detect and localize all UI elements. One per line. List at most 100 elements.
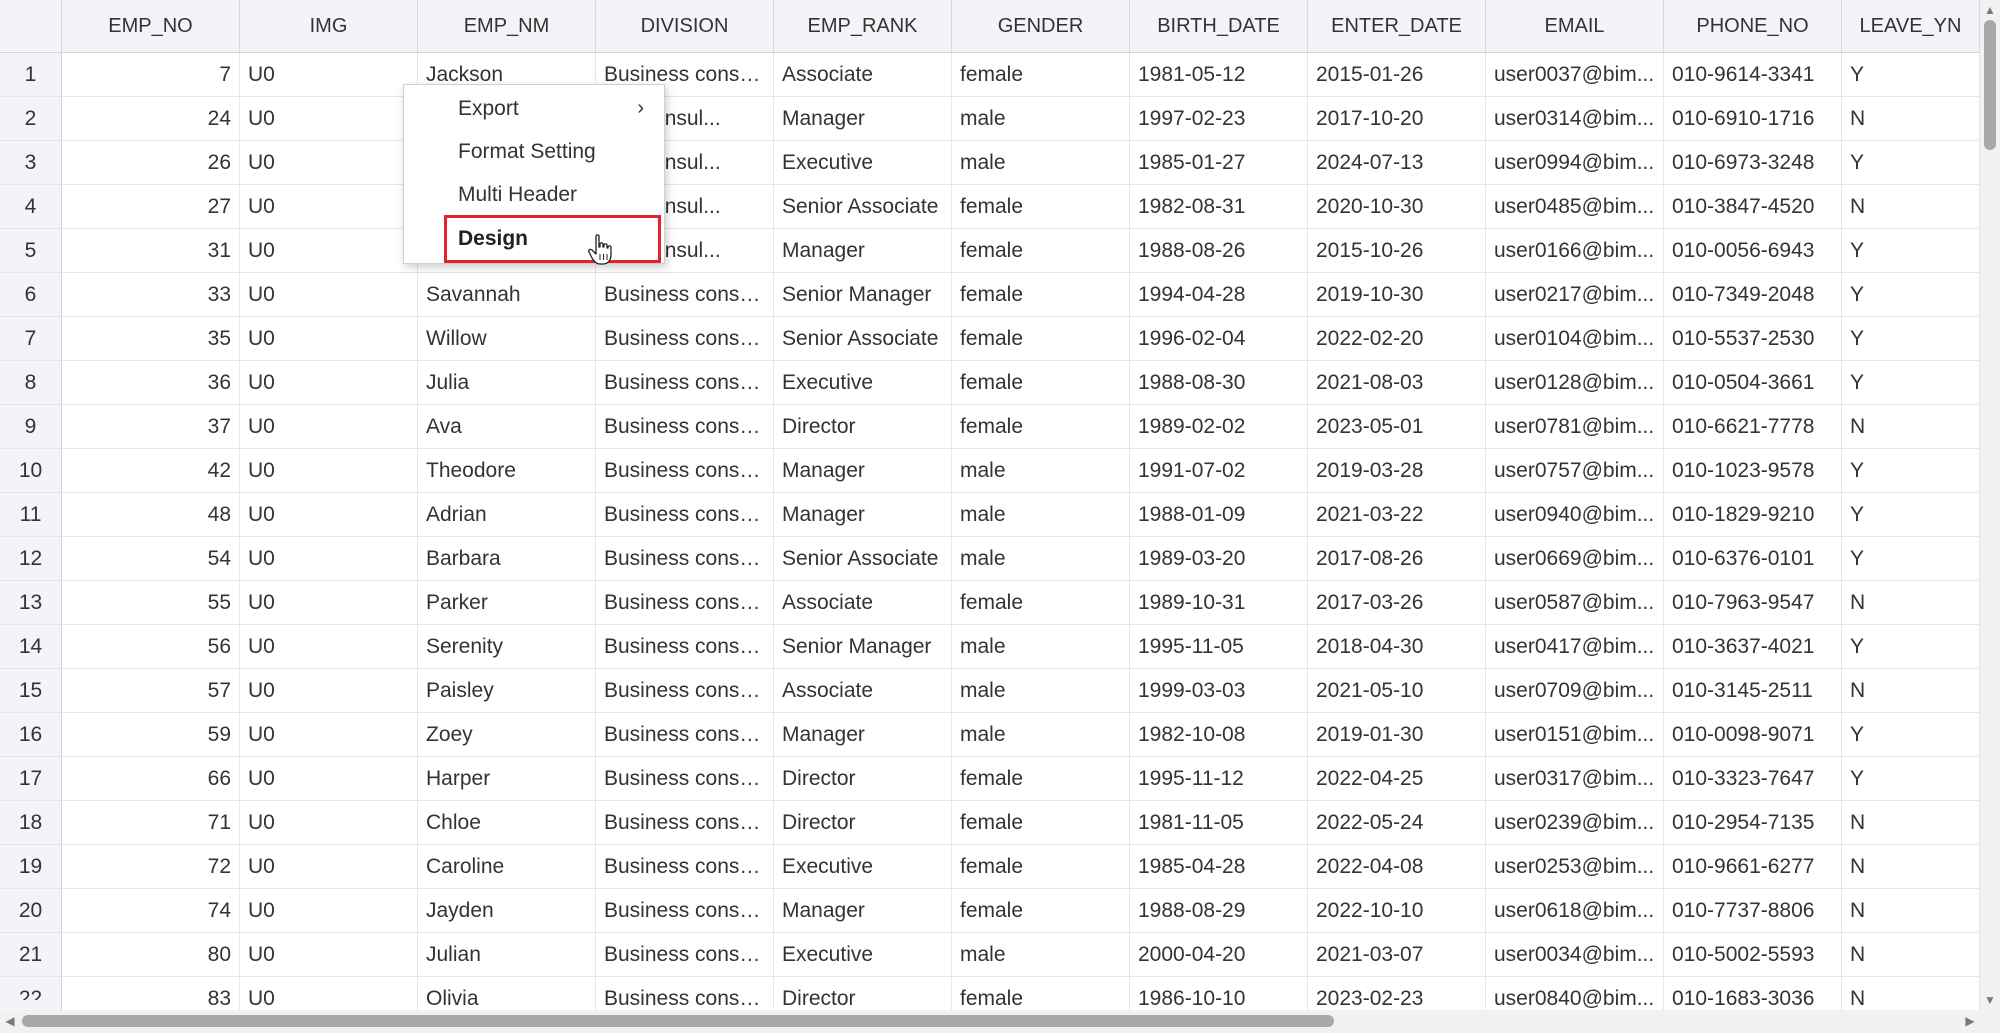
cell-birth-date[interactable]: 1995-11-05	[1130, 625, 1308, 668]
cell-birth-date[interactable]: 1981-11-05	[1130, 801, 1308, 844]
cell-emp-nm[interactable]: Savannah	[418, 273, 596, 316]
cell-birth-date[interactable]: 1989-10-31	[1130, 581, 1308, 624]
cell-phone-no[interactable]: 010-1023-9578	[1664, 449, 1842, 492]
cell-phone-no[interactable]: 010-7349-2048	[1664, 273, 1842, 316]
cell-img[interactable]: U0	[240, 845, 418, 888]
table-row[interactable]: 14 56 U0 Serenity Business consul... Senior M…	[0, 625, 1980, 669]
cell-division[interactable]: Business consul...	[596, 581, 774, 624]
cell-birth-date[interactable]: 1988-08-30	[1130, 361, 1308, 404]
cell-birth-date[interactable]: 2000-04-20	[1130, 933, 1308, 976]
table-row[interactable]: 16 59 U0 Zoey Business consul... Manager male 1…	[0, 713, 1980, 757]
cell-emp-rank[interactable]: Director	[774, 801, 952, 844]
table-row[interactable]: 15 57 U0 Paisley Business consul... Associate…	[0, 669, 1980, 713]
cell-email[interactable]: user0104@bim...	[1486, 317, 1664, 360]
cell-emp-no[interactable]: 27	[62, 185, 240, 228]
cell-email[interactable]: user0317@bim...	[1486, 757, 1664, 800]
cell-img[interactable]: U0	[240, 669, 418, 712]
cell-gender[interactable]: male	[952, 537, 1130, 580]
cell-img[interactable]: U0	[240, 933, 418, 976]
cell-division[interactable]: Business consul...	[596, 889, 774, 932]
cell-birth-date[interactable]: 1989-02-02	[1130, 405, 1308, 448]
cell-leave-yn[interactable]: Y	[1842, 361, 1980, 404]
vertical-scroll-thumb[interactable]	[1984, 20, 1996, 150]
scroll-down-icon[interactable]: ▼	[1980, 990, 2000, 1010]
cell-division[interactable]: Business consul...	[596, 405, 774, 448]
cell-division[interactable]: Business consul...	[596, 317, 774, 360]
cell-img[interactable]: U0	[240, 889, 418, 932]
cell-email[interactable]: user0757@bim...	[1486, 449, 1664, 492]
cell-gender[interactable]: male	[952, 449, 1130, 492]
cell-email[interactable]: user0253@bim...	[1486, 845, 1664, 888]
cell-emp-rank[interactable]: Senior Associate	[774, 537, 952, 580]
cell-emp-rank[interactable]: Senior Manager	[774, 273, 952, 316]
cell-gender[interactable]: female	[952, 581, 1130, 624]
cell-emp-no[interactable]: 37	[62, 405, 240, 448]
cell-emp-nm[interactable]: Julian	[418, 933, 596, 976]
cell-division[interactable]: Business consul...	[596, 361, 774, 404]
table-row[interactable]: 10 42 U0 Theodore Business consul... Manager m…	[0, 449, 1980, 493]
cell-phone-no[interactable]: 010-7963-9547	[1664, 581, 1842, 624]
cell-phone-no[interactable]: 010-3145-2511	[1664, 669, 1842, 712]
cell-email[interactable]: user0669@bim...	[1486, 537, 1664, 580]
cell-emp-no[interactable]: 59	[62, 713, 240, 756]
cell-leave-yn[interactable]: N	[1842, 97, 1980, 140]
cell-birth-date[interactable]: 1991-07-02	[1130, 449, 1308, 492]
cell-gender[interactable]: female	[952, 273, 1130, 316]
cell-birth-date[interactable]: 1985-04-28	[1130, 845, 1308, 888]
cell-email[interactable]: user0128@bim...	[1486, 361, 1664, 404]
cell-emp-rank[interactable]: Senior Manager	[774, 625, 952, 668]
cell-enter-date[interactable]: 2022-05-24	[1308, 801, 1486, 844]
cell-img[interactable]: U0	[240, 449, 418, 492]
cell-emp-nm[interactable]: Julia	[418, 361, 596, 404]
cell-img[interactable]: U0	[240, 713, 418, 756]
header-phone-no[interactable]: PHONE_NO	[1664, 0, 1842, 52]
cell-emp-nm[interactable]: Chloe	[418, 801, 596, 844]
cell-img[interactable]: U0	[240, 625, 418, 668]
cell-gender[interactable]: female	[952, 405, 1130, 448]
table-row[interactable]: 17 66 U0 Harper Business consul... Director fe…	[0, 757, 1980, 801]
cell-emp-nm[interactable]: Barbara	[418, 537, 596, 580]
table-row[interactable]: 427U0ess consul...Senior Associatefemale…	[0, 185, 1980, 229]
header-emp-nm[interactable]: EMP_NM	[418, 0, 596, 52]
cell-gender[interactable]: female	[952, 185, 1130, 228]
cell-email[interactable]: user0940@bim...	[1486, 493, 1664, 536]
cell-emp-no[interactable]: 31	[62, 229, 240, 272]
cell-enter-date[interactable]: 2017-08-26	[1308, 537, 1486, 580]
cell-enter-date[interactable]: 2022-02-20	[1308, 317, 1486, 360]
header-birth-date[interactable]: BIRTH_DATE	[1130, 0, 1308, 52]
table-row[interactable]: 20 74 U0 Jayden Business consul... Manager fem…	[0, 889, 1980, 933]
table-row-partial[interactable]	[0, 1000, 1980, 1010]
cell-email[interactable]: user0485@bim...	[1486, 185, 1664, 228]
cell-img[interactable]: U0	[240, 317, 418, 360]
cell-leave-yn[interactable]: Y	[1842, 493, 1980, 536]
cell-emp-no[interactable]: 54	[62, 537, 240, 580]
cell-enter-date[interactable]: 2020-10-30	[1308, 185, 1486, 228]
cell-enter-date[interactable]: 2024-07-13	[1308, 141, 1486, 184]
header-enter-date[interactable]: ENTER_DATE	[1308, 0, 1486, 52]
cell-emp-nm[interactable]: Ava	[418, 405, 596, 448]
cell-emp-no[interactable]: 36	[62, 361, 240, 404]
cell-email[interactable]: user0587@bim...	[1486, 581, 1664, 624]
cell-phone-no[interactable]: 010-3323-7647	[1664, 757, 1842, 800]
cell-img[interactable]: U0	[240, 537, 418, 580]
cell-leave-yn[interactable]: N	[1842, 889, 1980, 932]
cell-gender[interactable]: male	[952, 669, 1130, 712]
table-row[interactable]: 531U0ess consul...Managerfemale1988-08-2…	[0, 229, 1980, 273]
cell-gender[interactable]: male	[952, 141, 1130, 184]
cell-emp-no[interactable]: 48	[62, 493, 240, 536]
cell-enter-date[interactable]: 2015-01-26	[1308, 53, 1486, 96]
cell-birth-date[interactable]: 1985-01-27	[1130, 141, 1308, 184]
cell-enter-date[interactable]: 2015-10-26	[1308, 229, 1486, 272]
cell-emp-no[interactable]: 33	[62, 273, 240, 316]
cell-phone-no[interactable]: 010-6973-3248	[1664, 141, 1842, 184]
cell-img[interactable]: U0	[240, 801, 418, 844]
cell-gender[interactable]: male	[952, 97, 1130, 140]
cell-emp-rank[interactable]: Manager	[774, 713, 952, 756]
cell-phone-no[interactable]: 010-9614-3341	[1664, 53, 1842, 96]
cell-emp-nm[interactable]: Parker	[418, 581, 596, 624]
cell-enter-date[interactable]: 2021-08-03	[1308, 361, 1486, 404]
table-row[interactable]: 21 80 U0 Julian Business consul... Executive m…	[0, 933, 1980, 977]
cell-emp-rank[interactable]: Manager	[774, 493, 952, 536]
cell-leave-yn[interactable]: N	[1842, 405, 1980, 448]
menu-item-format-setting[interactable]: Format Setting	[404, 130, 664, 173]
